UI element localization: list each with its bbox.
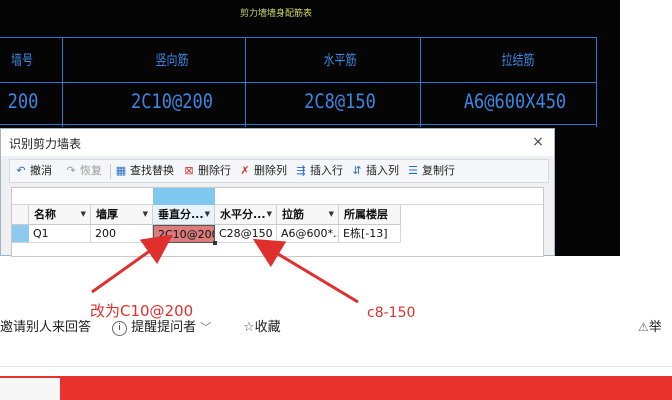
remind-asker-button[interactable]: i 提醒提问者 ﹀	[112, 316, 211, 336]
annotation-arrow-left	[91, 234, 173, 294]
warning-icon: ⚠	[638, 320, 649, 334]
annotation-arrows	[91, 234, 359, 304]
report-button[interactable]: ⚠举	[638, 316, 662, 335]
report-label: 举	[648, 320, 662, 335]
favorite-button[interactable]: ☆收藏	[243, 316, 281, 335]
info-icon: i	[112, 321, 127, 336]
promo-banner[interactable]	[0, 376, 672, 400]
favorite-label: 收藏	[254, 320, 281, 335]
annotation-arrow-right	[252, 238, 359, 304]
invite-answer-link[interactable]: 邀请别人来回答	[0, 316, 91, 335]
banner-logo	[0, 378, 60, 400]
star-icon: ☆	[243, 320, 255, 335]
remind-asker-label: 提醒提问者	[131, 320, 197, 335]
divider	[0, 366, 672, 367]
annotation-c8-150: c8-150	[367, 305, 416, 321]
chevron-down-icon: ﹀	[200, 321, 212, 334]
